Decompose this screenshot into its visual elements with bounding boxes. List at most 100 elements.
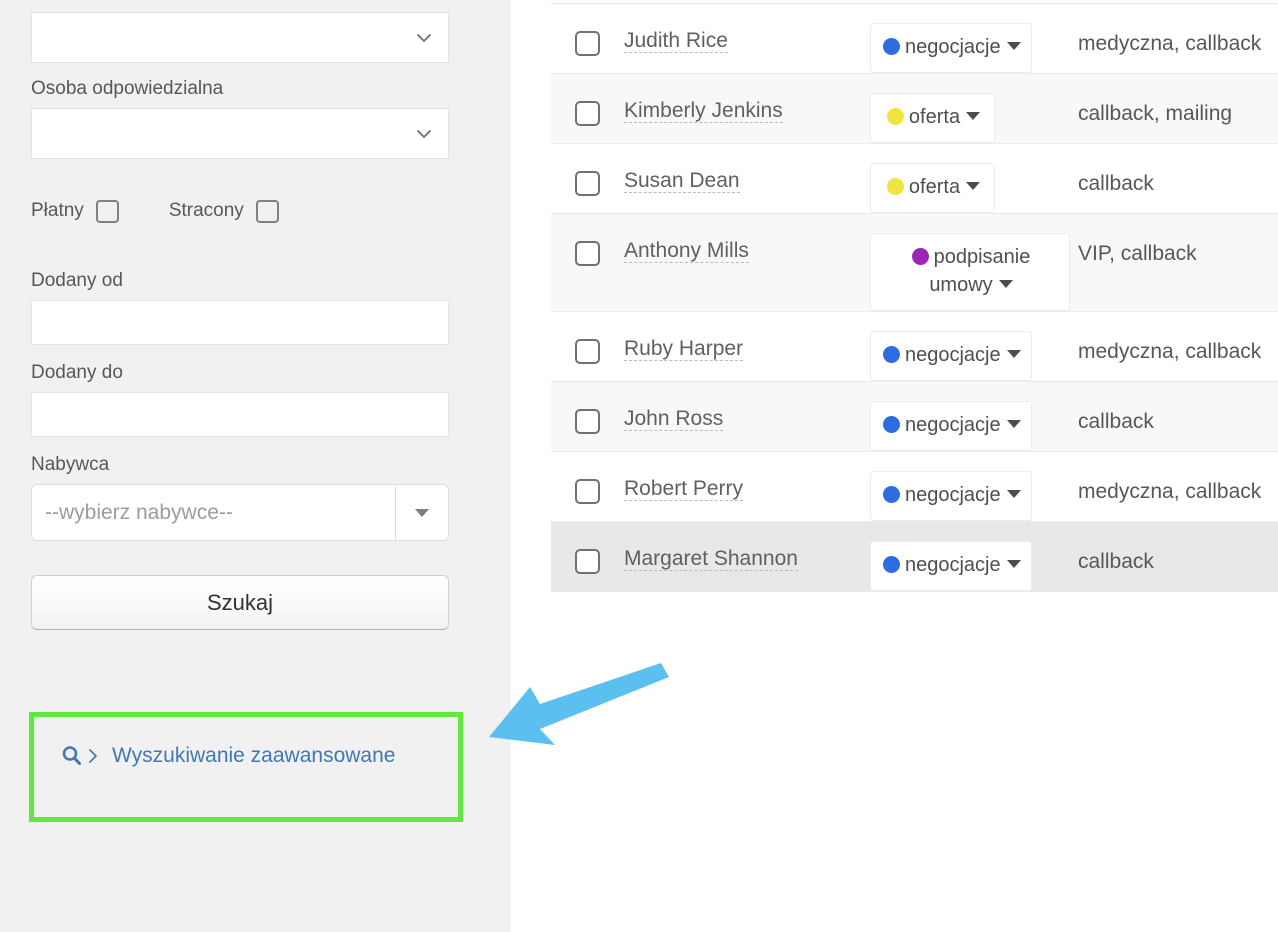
row-name-cell: Anthony Mills: [624, 232, 870, 266]
search-button[interactable]: Szukaj: [31, 575, 449, 630]
row-status-cell: oferta: [870, 162, 1070, 213]
nabywca-dropdown-arrow[interactable]: [396, 485, 448, 540]
table-row[interactable]: Robert Perry negocjacje medyczna, callback: [551, 452, 1278, 522]
row-name-cell: Judith Rice: [624, 22, 870, 56]
row-checkbox-cell: [551, 330, 624, 364]
filter-sidebar: Osoba odpowiedzialna Płatny Stracony Dod…: [0, 0, 511, 932]
table-row[interactable]: Judith Rice negocjacje medyczna, callback: [551, 4, 1278, 74]
tags-label: medyczna, callback: [1078, 32, 1262, 55]
platny-label: Płatny: [31, 200, 84, 221]
status-label: negocjacje: [905, 484, 1001, 506]
table-row[interactable]: Ruby Harper negocjacje medyczna, callback: [551, 312, 1278, 382]
row-name-cell: John Ross: [624, 400, 870, 434]
table-row[interactable]: John Ross negocjacje callback: [551, 382, 1278, 452]
row-checkbox-cell: [551, 162, 624, 196]
row-tags-cell: medyczna, callback: [1070, 470, 1278, 509]
row-name-cell: Kimberly Jenkins: [624, 92, 870, 126]
table-row[interactable]: Susan Dean oferta callback: [551, 144, 1278, 214]
osoba-odpowiedzialna-label: Osoba odpowiedzialna: [31, 78, 224, 99]
table-row[interactable]: Margaret Shannon negocjacje callback: [551, 522, 1278, 592]
row-status-cell: podpisanie umowy: [870, 232, 1070, 311]
table-row[interactable]: Anthony Mills podpisanie umowy VIP, callba…: [551, 214, 1278, 312]
row-checkbox[interactable]: [575, 171, 600, 196]
status-dropdown[interactable]: oferta: [870, 163, 995, 213]
status-color-dot: [883, 346, 900, 363]
dodany-do-input[interactable]: [31, 392, 449, 437]
status-dropdown[interactable]: podpisanie umowy: [870, 233, 1070, 311]
row-checkbox[interactable]: [575, 101, 600, 126]
status-dropdown[interactable]: oferta: [870, 93, 995, 143]
chevron-down-icon: [414, 124, 434, 144]
nabywca-selected-value: --wybierz nabywce--: [32, 485, 396, 540]
status-color-dot: [883, 556, 900, 573]
contact-name-link[interactable]: Anthony Mills: [624, 239, 749, 263]
status-color-dot: [911, 248, 929, 265]
row-status-cell: negocjacje: [870, 400, 1070, 451]
caret-down-icon: [966, 182, 981, 190]
row-status-cell: negocjacje: [870, 470, 1070, 521]
tags-label: VIP, callback: [1078, 242, 1197, 265]
contact-name-link[interactable]: Margaret Shannon: [624, 547, 798, 571]
tags-label: medyczna, callback: [1078, 340, 1262, 363]
row-checkbox[interactable]: [575, 479, 600, 504]
platny-checkbox[interactable]: [95, 199, 119, 223]
chevron-down-icon: [414, 28, 434, 48]
row-checkbox[interactable]: [575, 339, 600, 364]
row-tags-cell: callback: [1070, 162, 1278, 201]
status-label: podpisanie umowy: [929, 246, 1031, 296]
caret-down-icon: [1006, 42, 1021, 50]
contact-name-link[interactable]: Ruby Harper: [624, 337, 744, 361]
contact-name-link[interactable]: Susan Dean: [624, 169, 740, 193]
contact-name-link[interactable]: Kimberly Jenkins: [624, 99, 783, 123]
caret-down-icon: [1006, 560, 1021, 568]
tags-label: callback: [1078, 550, 1154, 573]
tags-label: medyczna, callback: [1078, 480, 1262, 503]
status-dropdown[interactable]: negocjacje: [870, 471, 1032, 521]
status-dropdown[interactable]: negocjacje: [870, 331, 1032, 381]
status-label: negocjacje: [905, 344, 1001, 366]
status-label: oferta: [908, 176, 961, 198]
top-select[interactable]: [31, 12, 449, 63]
dodany-od-label: Dodany od: [31, 270, 123, 291]
row-status-cell: oferta: [870, 92, 1070, 143]
caret-down-icon: [415, 508, 429, 517]
caret-down-icon: [1006, 490, 1021, 498]
row-tags-cell: callback, mailing: [1070, 92, 1278, 131]
row-name-cell: Robert Perry: [624, 470, 870, 504]
status-color-dot: [886, 178, 904, 195]
dodany-od-input[interactable]: [31, 300, 449, 345]
row-checkbox[interactable]: [575, 409, 600, 434]
row-tags-cell: medyczna, callback: [1070, 330, 1278, 369]
status-dropdown[interactable]: negocjacje: [870, 401, 1032, 451]
contact-name-link[interactable]: John Ross: [624, 407, 724, 431]
flags-row: Płatny Stracony: [31, 191, 511, 231]
row-status-cell: negocjacje: [870, 330, 1070, 381]
status-label: oferta: [908, 106, 961, 128]
table-row[interactable]: Kimberly Jenkins oferta callback, mailing: [551, 74, 1278, 144]
status-dropdown[interactable]: negocjacje: [870, 23, 1032, 73]
contact-name-link[interactable]: Robert Perry: [624, 477, 744, 501]
row-checkbox-cell: [551, 92, 624, 126]
osoba-odpowiedzialna-select[interactable]: [31, 108, 449, 159]
row-checkbox[interactable]: [575, 549, 600, 574]
tags-label: callback: [1078, 410, 1154, 433]
row-checkbox[interactable]: [575, 31, 600, 56]
caret-down-icon: [1006, 420, 1021, 428]
nabywca-select[interactable]: --wybierz nabywce--: [31, 484, 449, 541]
chevron-right-icon: [86, 746, 100, 766]
status-label: negocjacje: [905, 554, 1001, 576]
table-rows: Judith Rice negocjacje medyczna, callback K…: [551, 4, 1278, 592]
row-status-cell: negocjacje: [870, 22, 1070, 73]
tags-label: callback: [1078, 172, 1154, 195]
status-dropdown[interactable]: negocjacje: [870, 541, 1032, 591]
stracony-checkbox[interactable]: [255, 199, 279, 223]
row-tags-cell: callback: [1070, 540, 1278, 579]
caret-down-icon: [1006, 350, 1021, 358]
nabywca-label: Nabywca: [31, 454, 110, 475]
contact-name-link[interactable]: Judith Rice: [624, 29, 728, 53]
advanced-search-link[interactable]: Wyszukiwanie zaawansowane: [60, 744, 395, 768]
row-checkbox[interactable]: [575, 241, 600, 266]
status-label: negocjacje: [905, 414, 1001, 436]
caret-down-icon: [998, 280, 1013, 288]
stracony-label: Stracony: [168, 200, 244, 221]
